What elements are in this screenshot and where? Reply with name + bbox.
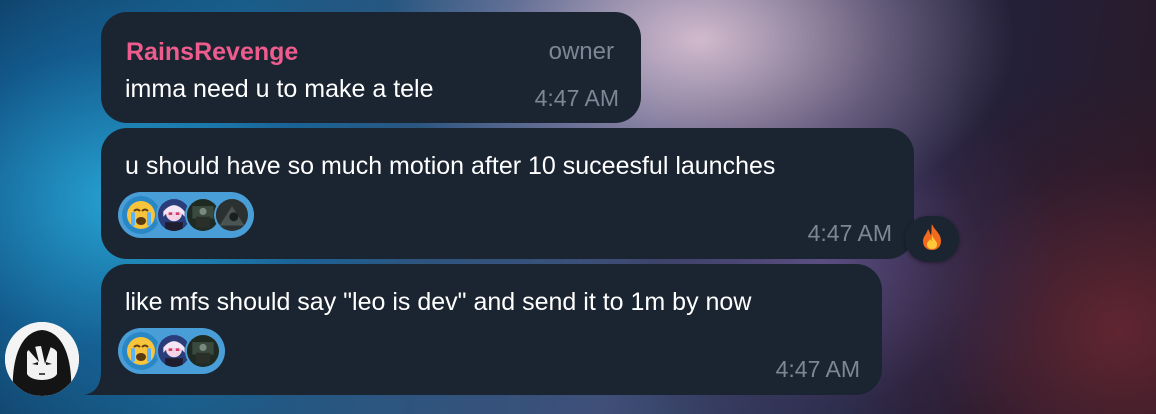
message-timestamp: 4:47 AM bbox=[775, 356, 860, 382]
sender-name[interactable]: RainsRevenge bbox=[126, 38, 298, 67]
reactor-avatar[interactable] bbox=[185, 333, 221, 369]
reactor-avatar[interactable] bbox=[214, 197, 250, 233]
message-timestamp: 4:47 AM bbox=[807, 220, 892, 246]
message-bubble[interactable]: u should have so much motion after 10 su… bbox=[101, 128, 914, 259]
loudly-crying-face-icon bbox=[122, 196, 160, 234]
member-role-badge: owner bbox=[548, 38, 614, 65]
sender-avatar[interactable] bbox=[5, 322, 79, 396]
fire-reaction-button[interactable] bbox=[905, 216, 959, 262]
message-text: u should have so much motion after 10 su… bbox=[125, 152, 776, 180]
message-bubble[interactable]: RainsRevenge owner imma need u to make a… bbox=[101, 12, 641, 123]
message-bubble[interactable]: like mfs should say "leo is dev" and sen… bbox=[101, 264, 882, 395]
reaction-chip[interactable] bbox=[118, 328, 225, 374]
message-text: like mfs should say "leo is dev" and sen… bbox=[125, 288, 752, 316]
reaction-chip[interactable] bbox=[118, 192, 254, 238]
loudly-crying-face-icon bbox=[122, 332, 160, 370]
fire-icon bbox=[919, 223, 945, 256]
message-text: imma need u to make a tele bbox=[125, 75, 434, 103]
message-timestamp: 4:47 AM bbox=[534, 85, 619, 111]
